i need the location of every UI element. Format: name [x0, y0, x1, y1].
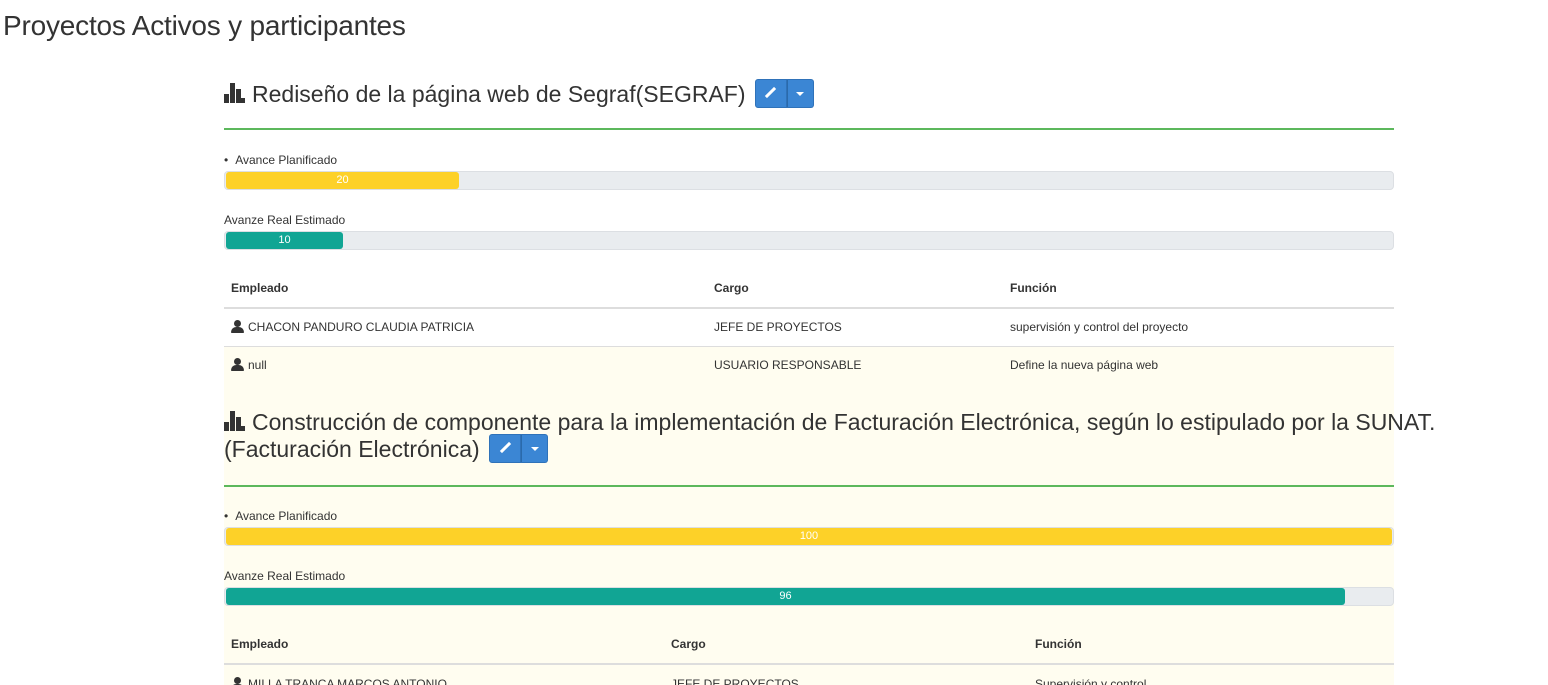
- employee-name: null: [248, 358, 267, 373]
- actual-progress: 10: [224, 231, 1394, 250]
- employee-name: MILLA TRANCA MARCOS ANTONIO: [248, 676, 447, 685]
- project-actions: [489, 434, 549, 463]
- actions-dropdown-button[interactable]: [521, 434, 549, 463]
- divider: [224, 485, 1394, 487]
- page-title: Proyectos Activos y participantes: [3, 10, 406, 41]
- project-title-row: Rediseño de la página web de Segraf(SEGR…: [224, 79, 814, 108]
- project-actions: [754, 79, 814, 108]
- participants-table: Empleado Cargo Función MILLA TRANCA MARC…: [224, 624, 1394, 685]
- edit-button[interactable]: [489, 434, 522, 463]
- table-row: CHACON PANDURO CLAUDIA PATRICIA JEFE DE …: [224, 308, 1394, 346]
- employee-name: CHACON PANDURO CLAUDIA PATRICIA: [248, 320, 475, 335]
- actual-label: Avanze Real Estimado: [224, 213, 346, 227]
- funcion-cell: supervisión y control del proyecto: [1010, 320, 1189, 335]
- project-title: Rediseño de la página web de Segraf(SEGR…: [252, 81, 746, 107]
- caret-down-icon: [796, 91, 805, 96]
- column-header-cargo: Cargo: [664, 624, 1028, 665]
- column-header-funcion: Función: [1003, 268, 1394, 309]
- project-title-row-2: (Facturación Electrónica): [224, 434, 549, 463]
- column-header-empleado: Empleado: [224, 268, 707, 309]
- planned-progress-bar: 100: [226, 528, 1392, 545]
- actions-dropdown-button[interactable]: [786, 79, 814, 108]
- user-icon: [231, 320, 244, 334]
- table-row: MILLA TRANCA MARCOS ANTONIO JEFE DE PROY…: [224, 664, 1394, 685]
- project-title-row: Construcción de componente para la imple…: [224, 409, 1435, 435]
- planned-progress: 20: [224, 171, 1394, 190]
- planned-progress: 100: [224, 527, 1394, 546]
- column-header-cargo: Cargo: [707, 268, 1003, 309]
- employee-cell: MILLA TRANCA MARCOS ANTONIO: [224, 664, 664, 685]
- cargo-cell: JEFE DE PROYECTOS: [714, 320, 842, 335]
- column-header-empleado: Empleado: [224, 624, 664, 665]
- user-icon: [231, 358, 244, 372]
- column-header-funcion: Función: [1028, 624, 1394, 665]
- actual-label: Avanze Real Estimado: [224, 569, 346, 583]
- bar-chart-icon: [224, 411, 246, 431]
- planned-label: Avance Planificado: [224, 509, 337, 523]
- actual-progress: 96: [224, 587, 1394, 606]
- project-title: Construcción de componente para la imple…: [252, 409, 1436, 435]
- divider: [224, 128, 1394, 130]
- pencil-icon: [764, 87, 777, 100]
- project-card: Construcción de componente para la imple…: [224, 397, 1435, 685]
- planned-progress-bar: 20: [226, 172, 459, 189]
- planned-label: Avance Planificado: [224, 153, 337, 167]
- cargo-cell: JEFE DE PROYECTOS: [671, 676, 799, 685]
- funcion-cell: Supervisión y control: [1035, 676, 1147, 685]
- participants-table: Empleado Cargo Función CHACON PANDURO CL…: [224, 268, 1394, 384]
- caret-down-icon: [530, 446, 539, 451]
- user-icon: [231, 676, 244, 685]
- bar-chart-icon: [224, 83, 246, 103]
- actual-progress-bar: 96: [226, 588, 1345, 605]
- pencil-icon: [499, 442, 512, 455]
- employee-cell: CHACON PANDURO CLAUDIA PATRICIA: [224, 308, 707, 346]
- edit-button[interactable]: [754, 79, 787, 108]
- actual-progress-bar: 10: [226, 232, 343, 249]
- project-title-continued: (Facturación Electrónica): [224, 436, 480, 462]
